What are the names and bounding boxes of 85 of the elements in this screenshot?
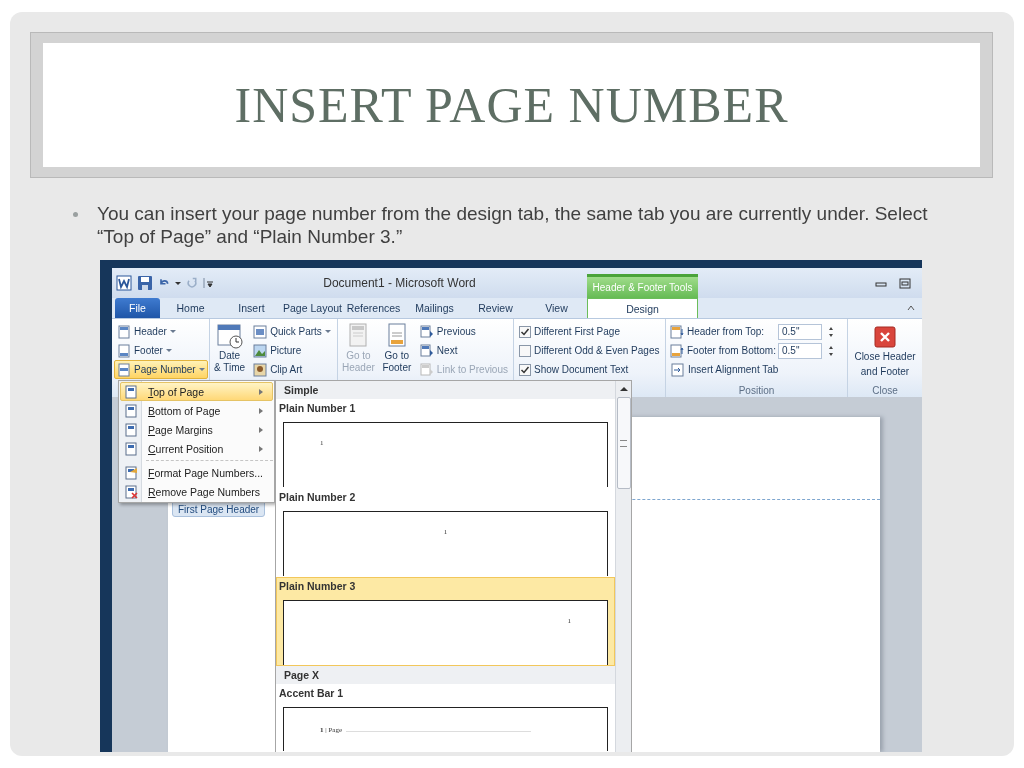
- gallery-heading: Page X: [276, 666, 615, 684]
- option-checkbox[interactable]: Show Document Text: [516, 360, 663, 379]
- page-icon: [419, 324, 434, 339]
- ribbon-button[interactable]: Footer: [114, 341, 175, 360]
- menu-item[interactable]: Format Page Numbers...: [120, 463, 273, 482]
- date-time-button[interactable]: Date & Time: [212, 322, 248, 380]
- calendar-icon: [215, 322, 244, 350]
- ribbon-button[interactable]: Clip Art: [250, 360, 334, 379]
- ribbon-button[interactable]: Quick Parts: [250, 322, 334, 341]
- page-icon: [124, 422, 138, 437]
- option-checkbox[interactable]: Different First Page: [516, 322, 663, 341]
- page-icon: [117, 324, 131, 339]
- checkbox[interactable]: [519, 363, 531, 376]
- alignment-tab-icon: [671, 362, 685, 377]
- field-label: Footer from Bottom:: [687, 345, 775, 356]
- submenu-arrow-icon: [258, 444, 264, 453]
- ribbon-button[interactable]: Go to Footer: [379, 322, 414, 380]
- spin-field[interactable]: 0.5": [778, 342, 822, 359]
- submenu-arrow-icon: [258, 387, 264, 396]
- menu-item[interactable]: Page Margins: [120, 420, 273, 439]
- spin-field[interactable]: 0.5": [778, 323, 822, 340]
- ribbon-tab[interactable]: Design: [587, 298, 698, 318]
- page-icon: [419, 362, 434, 377]
- spinner-arrows-icon[interactable]: [828, 325, 834, 338]
- ribbon-tab[interactable]: References: [343, 298, 404, 318]
- picture-icon: [253, 343, 268, 358]
- menu-item[interactable]: Current Position: [120, 439, 273, 458]
- caret-icon: [169, 330, 176, 333]
- page-icon: [124, 441, 138, 456]
- word-icon[interactable]: [116, 275, 132, 291]
- ribbon-tab[interactable]: Page Layout: [282, 298, 343, 318]
- page-icon: [124, 403, 138, 418]
- submenu-arrow-icon: [258, 406, 264, 415]
- caret-icon: [165, 349, 172, 352]
- ribbon-button[interactable]: Previous: [416, 322, 511, 341]
- scroll-thumb[interactable]: [616, 397, 631, 489]
- contextual-tab-label: Header & Footer Tools: [587, 274, 698, 298]
- ribbon-button[interactable]: Next: [416, 341, 511, 360]
- ribbon-button[interactable]: Insert Alignment Tab: [668, 360, 834, 379]
- ribbon-button[interactable]: Page Number: [114, 360, 208, 379]
- caret-icon[interactable]: [175, 281, 181, 285]
- menu-item[interactable]: Top of Page: [120, 382, 273, 401]
- submenu-arrow-icon: [258, 425, 264, 434]
- ribbon-tab[interactable]: File: [115, 298, 160, 318]
- caret-icon: [324, 330, 331, 333]
- bullet-icon: [73, 212, 78, 217]
- ribbon-tab[interactable]: Home: [160, 298, 221, 318]
- close-icon: [874, 326, 896, 348]
- caret-icon: [198, 368, 205, 371]
- save-icon[interactable]: [137, 275, 153, 291]
- page-icon: [124, 484, 138, 499]
- group-label: Position: [737, 385, 776, 396]
- page-icon: [117, 343, 131, 358]
- bullet-text: You can insert your page number from the design tab, the same tab you are currently under. Select “Top of Page” and “Plain Number 3.”: [97, 202, 929, 248]
- spinner-arrows-icon[interactable]: [828, 344, 834, 357]
- slide-title: INSERT PAGE NUMBER: [234, 76, 789, 134]
- ribbon-button[interactable]: Header: [114, 322, 179, 341]
- ribbon-button[interactable]: Picture: [250, 341, 334, 360]
- scrollbar[interactable]: [615, 381, 631, 752]
- margin-icon: [670, 343, 684, 358]
- field-label: Header from Top:: [687, 326, 766, 337]
- group-label: Close: [871, 385, 899, 396]
- clip-art-icon: [253, 362, 268, 377]
- ribbon-tab[interactable]: Insert: [221, 298, 282, 318]
- option-checkbox[interactable]: Different Odd & Even Pages: [516, 341, 663, 360]
- restore-icon[interactable]: [898, 277, 912, 289]
- ribbon-tab[interactable]: Mailings: [404, 298, 465, 318]
- quick-parts-icon: [253, 324, 268, 339]
- menu-item[interactable]: Bottom of Page: [120, 401, 273, 420]
- page-icon: [124, 384, 138, 399]
- margin-icon: [670, 324, 684, 339]
- close-header-footer-button[interactable]: Close Header and Footer: [852, 322, 918, 384]
- gallery-heading: Simple: [276, 381, 615, 399]
- checkbox[interactable]: [519, 325, 531, 338]
- menu-item[interactable]: Remove Page Numbers: [120, 482, 273, 501]
- ribbon-tab[interactable]: Review: [465, 298, 526, 318]
- collapse-ribbon-icon[interactable]: [906, 304, 916, 312]
- page-icon: [124, 465, 138, 480]
- checkbox[interactable]: [519, 344, 531, 357]
- page-icon: [419, 343, 434, 358]
- scroll-up-icon[interactable]: [618, 385, 629, 393]
- window-title: Document1 - Microsoft Word: [322, 276, 477, 290]
- ribbon-tab[interactable]: View: [526, 298, 587, 318]
- customize-icon[interactable]: [203, 277, 215, 289]
- page-icon: [117, 362, 131, 377]
